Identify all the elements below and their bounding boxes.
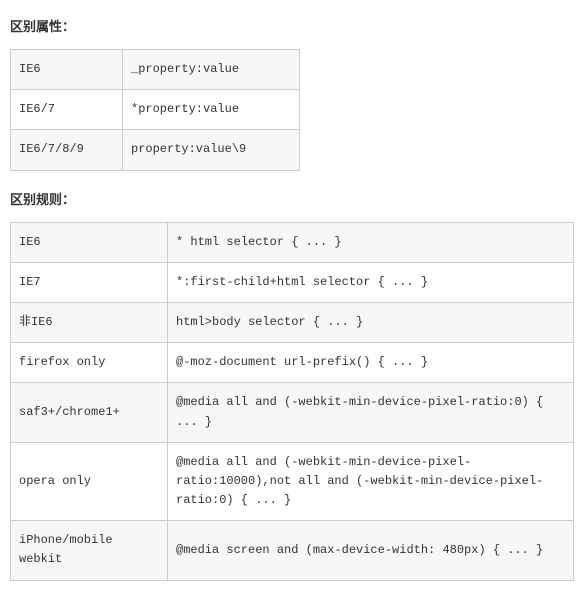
section1-heading: 区别属性：: [10, 16, 574, 35]
section2-heading: 区别规则：: [10, 189, 574, 208]
table-row: IE6 _property:value: [11, 50, 300, 90]
hack-value: *property:value: [123, 90, 300, 130]
table-row: IE6 * html selector { ... }: [11, 222, 574, 262]
table-row: iPhone/mobile webkit @media screen and (…: [11, 521, 574, 580]
browser-label: iPhone/mobile webkit: [11, 521, 168, 580]
browser-label: IE6/7/8/9: [11, 130, 123, 170]
browser-label: saf3+/chrome1+: [11, 383, 168, 442]
browser-label: IE7: [11, 262, 168, 302]
table-row: 非IE6 html>body selector { ... }: [11, 302, 574, 342]
hack-value: @media screen and (max-device-width: 480…: [168, 521, 574, 580]
browser-label: IE6/7: [11, 90, 123, 130]
table-row: IE6/7/8/9 property:value\9: [11, 130, 300, 170]
browser-label: opera only: [11, 442, 168, 521]
hack-value: @-moz-document url-prefix() { ... }: [168, 343, 574, 383]
browser-label: 非IE6: [11, 302, 168, 342]
hack-value: * html selector { ... }: [168, 222, 574, 262]
table-row: saf3+/chrome1+ @media all and (-webkit-m…: [11, 383, 574, 442]
rule-hacks-table: IE6 * html selector { ... } IE7 *:first-…: [10, 222, 574, 581]
table-row: IE6/7 *property:value: [11, 90, 300, 130]
browser-label: IE6: [11, 50, 123, 90]
hack-value: *:first-child+html selector { ... }: [168, 262, 574, 302]
browser-label: firefox only: [11, 343, 168, 383]
hack-value: @media all and (-webkit-min-device-pixel…: [168, 383, 574, 442]
browser-label: IE6: [11, 222, 168, 262]
hack-value: _property:value: [123, 50, 300, 90]
hack-value: @media all and (-webkit-min-device-pixel…: [168, 442, 574, 521]
table-row: opera only @media all and (-webkit-min-d…: [11, 442, 574, 521]
property-hacks-table: IE6 _property:value IE6/7 *property:valu…: [10, 49, 300, 171]
hack-value: html>body selector { ... }: [168, 302, 574, 342]
table-row: firefox only @-moz-document url-prefix()…: [11, 343, 574, 383]
table-row: IE7 *:first-child+html selector { ... }: [11, 262, 574, 302]
hack-value: property:value\9: [123, 130, 300, 170]
